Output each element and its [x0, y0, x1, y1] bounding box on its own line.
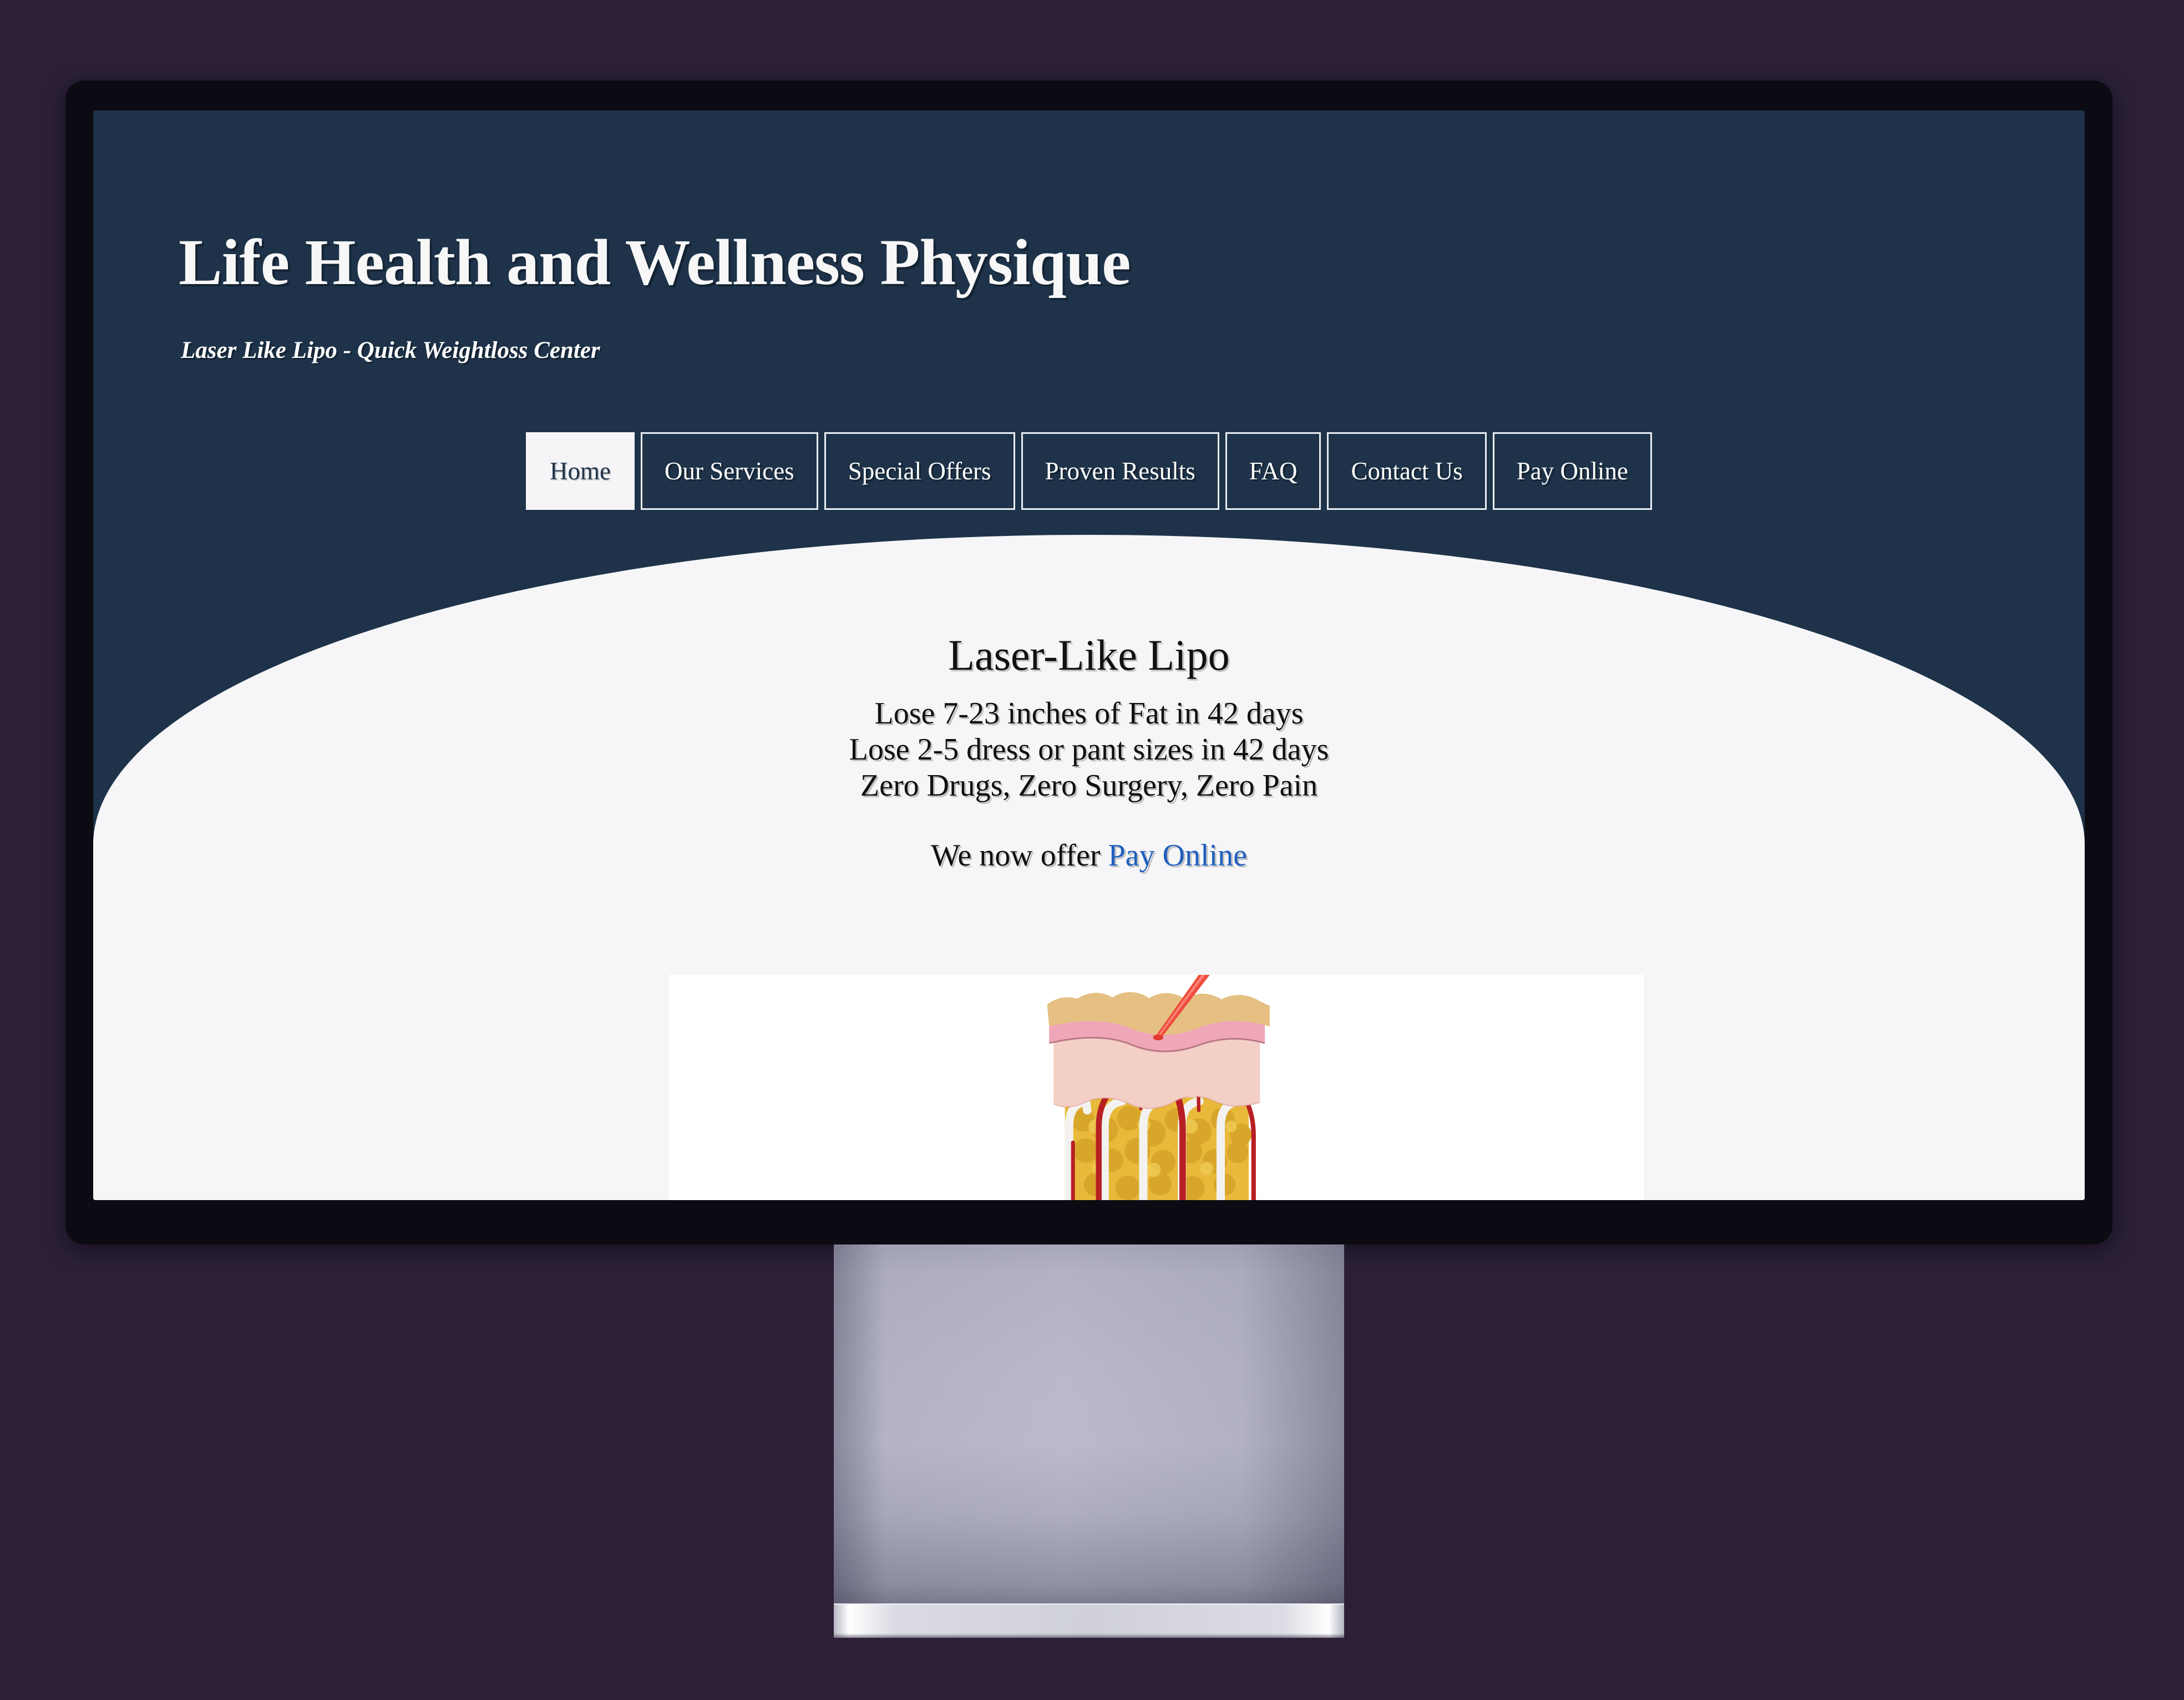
nav-item-pay-online[interactable]: Pay Online [1492, 432, 1652, 510]
page-content-panel: Laser-Like Lipo Lose 7-23 inches of Fat … [93, 535, 2085, 1200]
laser-lipo-diagram-icon [873, 975, 1440, 1200]
site-header: Life Health and Wellness Physique Laser … [93, 110, 2085, 539]
nav-item-contact-us[interactable]: Contact Us [1327, 432, 1487, 510]
monitor-screen: Life Health and Wellness Physique Laser … [93, 110, 2085, 1200]
page-title: Life Health and Wellness Physique [179, 226, 1131, 298]
benefits-list: Lose 7-23 inches of Fat in 42 days Lose … [93, 696, 2085, 804]
pay-online-offer-prefix: We now offer [931, 838, 1108, 873]
monitor-stand-base [834, 1603, 1344, 1638]
pay-online-link[interactable]: Pay Online [1108, 838, 1247, 873]
skin-cross-section-illustration [669, 975, 1644, 1200]
nav-item-special-offers[interactable]: Special Offers [824, 432, 1015, 510]
benefit-line-2: Lose 2-5 dress or pant sizes in 42 days [849, 732, 1329, 767]
pay-online-offer: We now offer Pay Online [93, 838, 2085, 873]
benefit-line-1: Lose 7-23 inches of Fat in 42 days [874, 696, 1304, 731]
main-navigation: Home Our Services Special Offers Proven … [93, 432, 2085, 510]
benefit-line-3: Zero Drugs, Zero Surgery, Zero Pain [860, 768, 1318, 803]
monitor-frame: Life Health and Wellness Physique Laser … [65, 80, 2112, 1244]
content-heading: Laser-Like Lipo [948, 631, 1230, 679]
nav-item-our-services[interactable]: Our Services [641, 432, 818, 510]
site-tagline: Laser Like Lipo - Quick Weightloss Cente… [181, 337, 600, 363]
nav-item-proven-results[interactable]: Proven Results [1021, 432, 1219, 510]
nav-item-home[interactable]: Home [526, 432, 635, 510]
monitor-stand-neck [834, 1244, 1344, 1605]
nav-item-faq[interactable]: FAQ [1225, 432, 1321, 510]
